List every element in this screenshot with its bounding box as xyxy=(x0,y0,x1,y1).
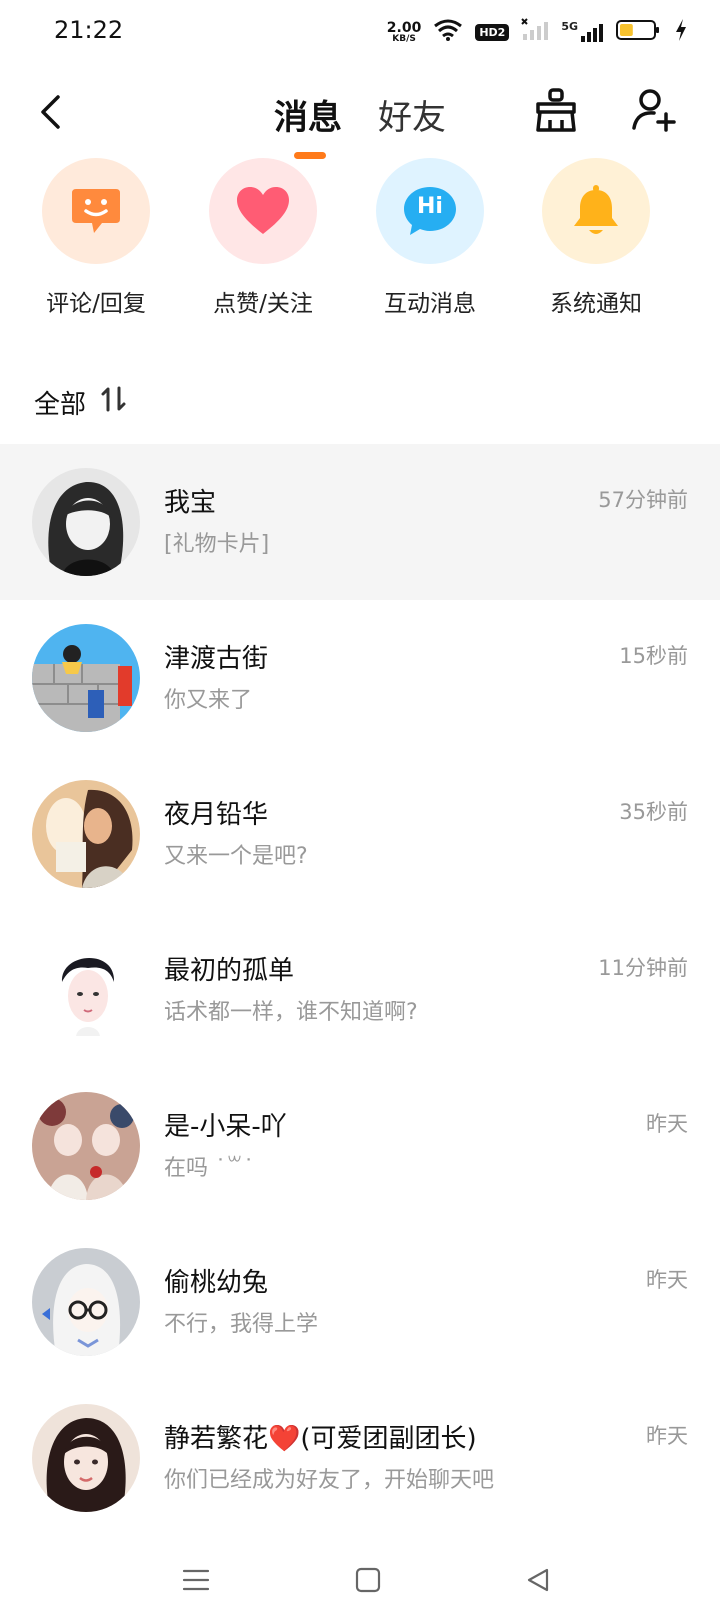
quick-entry-interactions[interactable]: Hi 互动消息 xyxy=(350,158,510,318)
quick-entries: 评论/回复 点赞/关注 Hi 互动消息 系统通知 xyxy=(0,158,720,318)
menu-icon xyxy=(182,1569,210,1591)
tab-messages[interactable]: 消息 xyxy=(274,90,342,139)
conversation-item[interactable]: 我宝 [礼物卡片] 57分钟前 xyxy=(0,444,720,600)
smile-chat-icon xyxy=(72,189,120,233)
conversation-preview: 你又来了 xyxy=(164,688,253,713)
clear-unread-button[interactable] xyxy=(532,86,580,134)
signal-5g-label: 5G xyxy=(561,20,578,33)
system-back-button[interactable] xyxy=(516,1558,560,1602)
conversation-name: 是-小呆-吖 xyxy=(164,1112,287,1142)
conversation-name: 偷桃幼兔 xyxy=(164,1268,269,1298)
conversation-list: 我宝 [礼物卡片] 57分钟前 津渡古街 你又来了 15秒前 夜月铅华 又来一个… xyxy=(0,444,720,1536)
recent-apps-button[interactable] xyxy=(174,1558,218,1602)
hi-bubble-icon: Hi xyxy=(402,185,458,237)
header: 消息 好友 xyxy=(0,64,720,160)
bell-icon xyxy=(574,185,618,234)
hd-badge: HD2 xyxy=(475,23,510,41)
conversation-time: 昨天 xyxy=(646,1268,688,1292)
conversation-time: 15秒前 xyxy=(619,644,688,668)
conversation-preview: 话术都一样，谁不知道啊? xyxy=(164,1000,418,1025)
charging-icon xyxy=(674,18,688,46)
quick-entry-comments[interactable]: 评论/回复 xyxy=(16,158,176,318)
conversation-name: 我宝 xyxy=(164,488,217,518)
add-friend-button[interactable] xyxy=(630,86,678,134)
conversation-preview: 你们已经成为好友了，开始聊天吧 xyxy=(164,1468,495,1493)
network-speed: 2.00 KB/S xyxy=(387,21,422,44)
conversation-preview: [礼物卡片] xyxy=(164,532,270,557)
quick-entry-circle xyxy=(42,158,150,264)
filter-label: 全部 xyxy=(34,389,87,420)
conversation-time: 11分钟前 xyxy=(598,956,688,980)
conversation-item[interactable]: 津渡古街 你又来了 15秒前 xyxy=(0,600,720,756)
back-arrow-icon xyxy=(41,95,60,129)
network-speed-unit: KB/S xyxy=(392,33,416,44)
network-speed-value: 2.00 xyxy=(386,19,422,36)
quick-entry-circle: Hi xyxy=(376,158,484,264)
heart-icon xyxy=(237,187,289,234)
conversation-name: 最初的孤单 xyxy=(164,956,295,986)
quick-entry-likes[interactable]: 点赞/关注 xyxy=(183,158,343,318)
conversation-item[interactable]: 静若繁花❤️(可爱团副团长) 你们已经成为好友了，开始聊天吧 昨天 xyxy=(0,1380,720,1536)
avatar[interactable] xyxy=(32,936,140,1044)
quick-entry-label: 评论/回复 xyxy=(46,291,146,317)
home-button[interactable] xyxy=(346,1558,390,1602)
conversation-name: 津渡古街 xyxy=(164,644,269,674)
conversation-time: 昨天 xyxy=(646,1112,688,1136)
quick-entry-label: 互动消息 xyxy=(384,291,476,317)
status-icons: 2.00 KB/S HD2 5G xyxy=(387,16,688,48)
quick-entry-circle xyxy=(209,158,317,264)
conversation-time: 昨天 xyxy=(646,1424,688,1448)
broom-basket-icon xyxy=(536,88,576,132)
hi-bubble-text: Hi xyxy=(417,194,443,219)
back-button[interactable] xyxy=(30,88,70,136)
avatar[interactable] xyxy=(32,1404,140,1512)
signal-5g-icon: 5G xyxy=(561,20,604,44)
battery-icon xyxy=(616,18,662,46)
conversation-item[interactable]: 最初的孤单 话术都一样，谁不知道啊? 11分钟前 xyxy=(0,912,720,1068)
add-user-icon xyxy=(632,89,676,132)
sort-icon[interactable] xyxy=(100,385,128,419)
conversation-preview: 在吗 ˙꒳˙ xyxy=(164,1156,255,1181)
avatar[interactable] xyxy=(32,624,140,732)
conversation-name: 静若繁花❤️(可爱团副团长) xyxy=(164,1424,477,1454)
home-icon xyxy=(355,1567,381,1593)
avatar[interactable] xyxy=(32,1092,140,1200)
conversation-item[interactable]: 是-小呆-吖 在吗 ˙꒳˙ 昨天 xyxy=(0,1068,720,1224)
conversation-preview: 不行，我得上学 xyxy=(164,1312,319,1337)
conversation-item[interactable]: 夜月铅华 又来一个是吧? 35秒前 xyxy=(0,756,720,912)
wifi-icon xyxy=(433,18,463,46)
avatar[interactable] xyxy=(32,468,140,576)
status-time: 21:22 xyxy=(54,16,124,44)
avatar[interactable] xyxy=(32,1248,140,1356)
conversation-filter[interactable]: 全部 xyxy=(34,382,128,422)
avatar[interactable] xyxy=(32,780,140,888)
quick-entry-label: 点赞/关注 xyxy=(213,291,313,317)
quick-entry-circle xyxy=(542,158,650,264)
conversation-name: 夜月铅华 xyxy=(164,800,269,830)
conversation-time: 35秒前 xyxy=(619,800,688,824)
signal-sim1-icon xyxy=(521,18,549,46)
quick-entry-label: 系统通知 xyxy=(550,291,642,317)
conversation-time: 57分钟前 xyxy=(598,488,688,512)
system-navigation-bar xyxy=(0,1548,720,1612)
conversation-preview: 又来一个是吧? xyxy=(164,844,308,869)
status-bar: 21:22 2.00 KB/S HD2 5G xyxy=(0,0,720,64)
tab-friends[interactable]: 好友 xyxy=(378,90,446,139)
back-triangle-icon xyxy=(527,1568,549,1592)
quick-entry-system[interactable]: 系统通知 xyxy=(516,158,676,318)
conversation-item[interactable]: 偷桃幼兔 不行，我得上学 昨天 xyxy=(0,1224,720,1380)
